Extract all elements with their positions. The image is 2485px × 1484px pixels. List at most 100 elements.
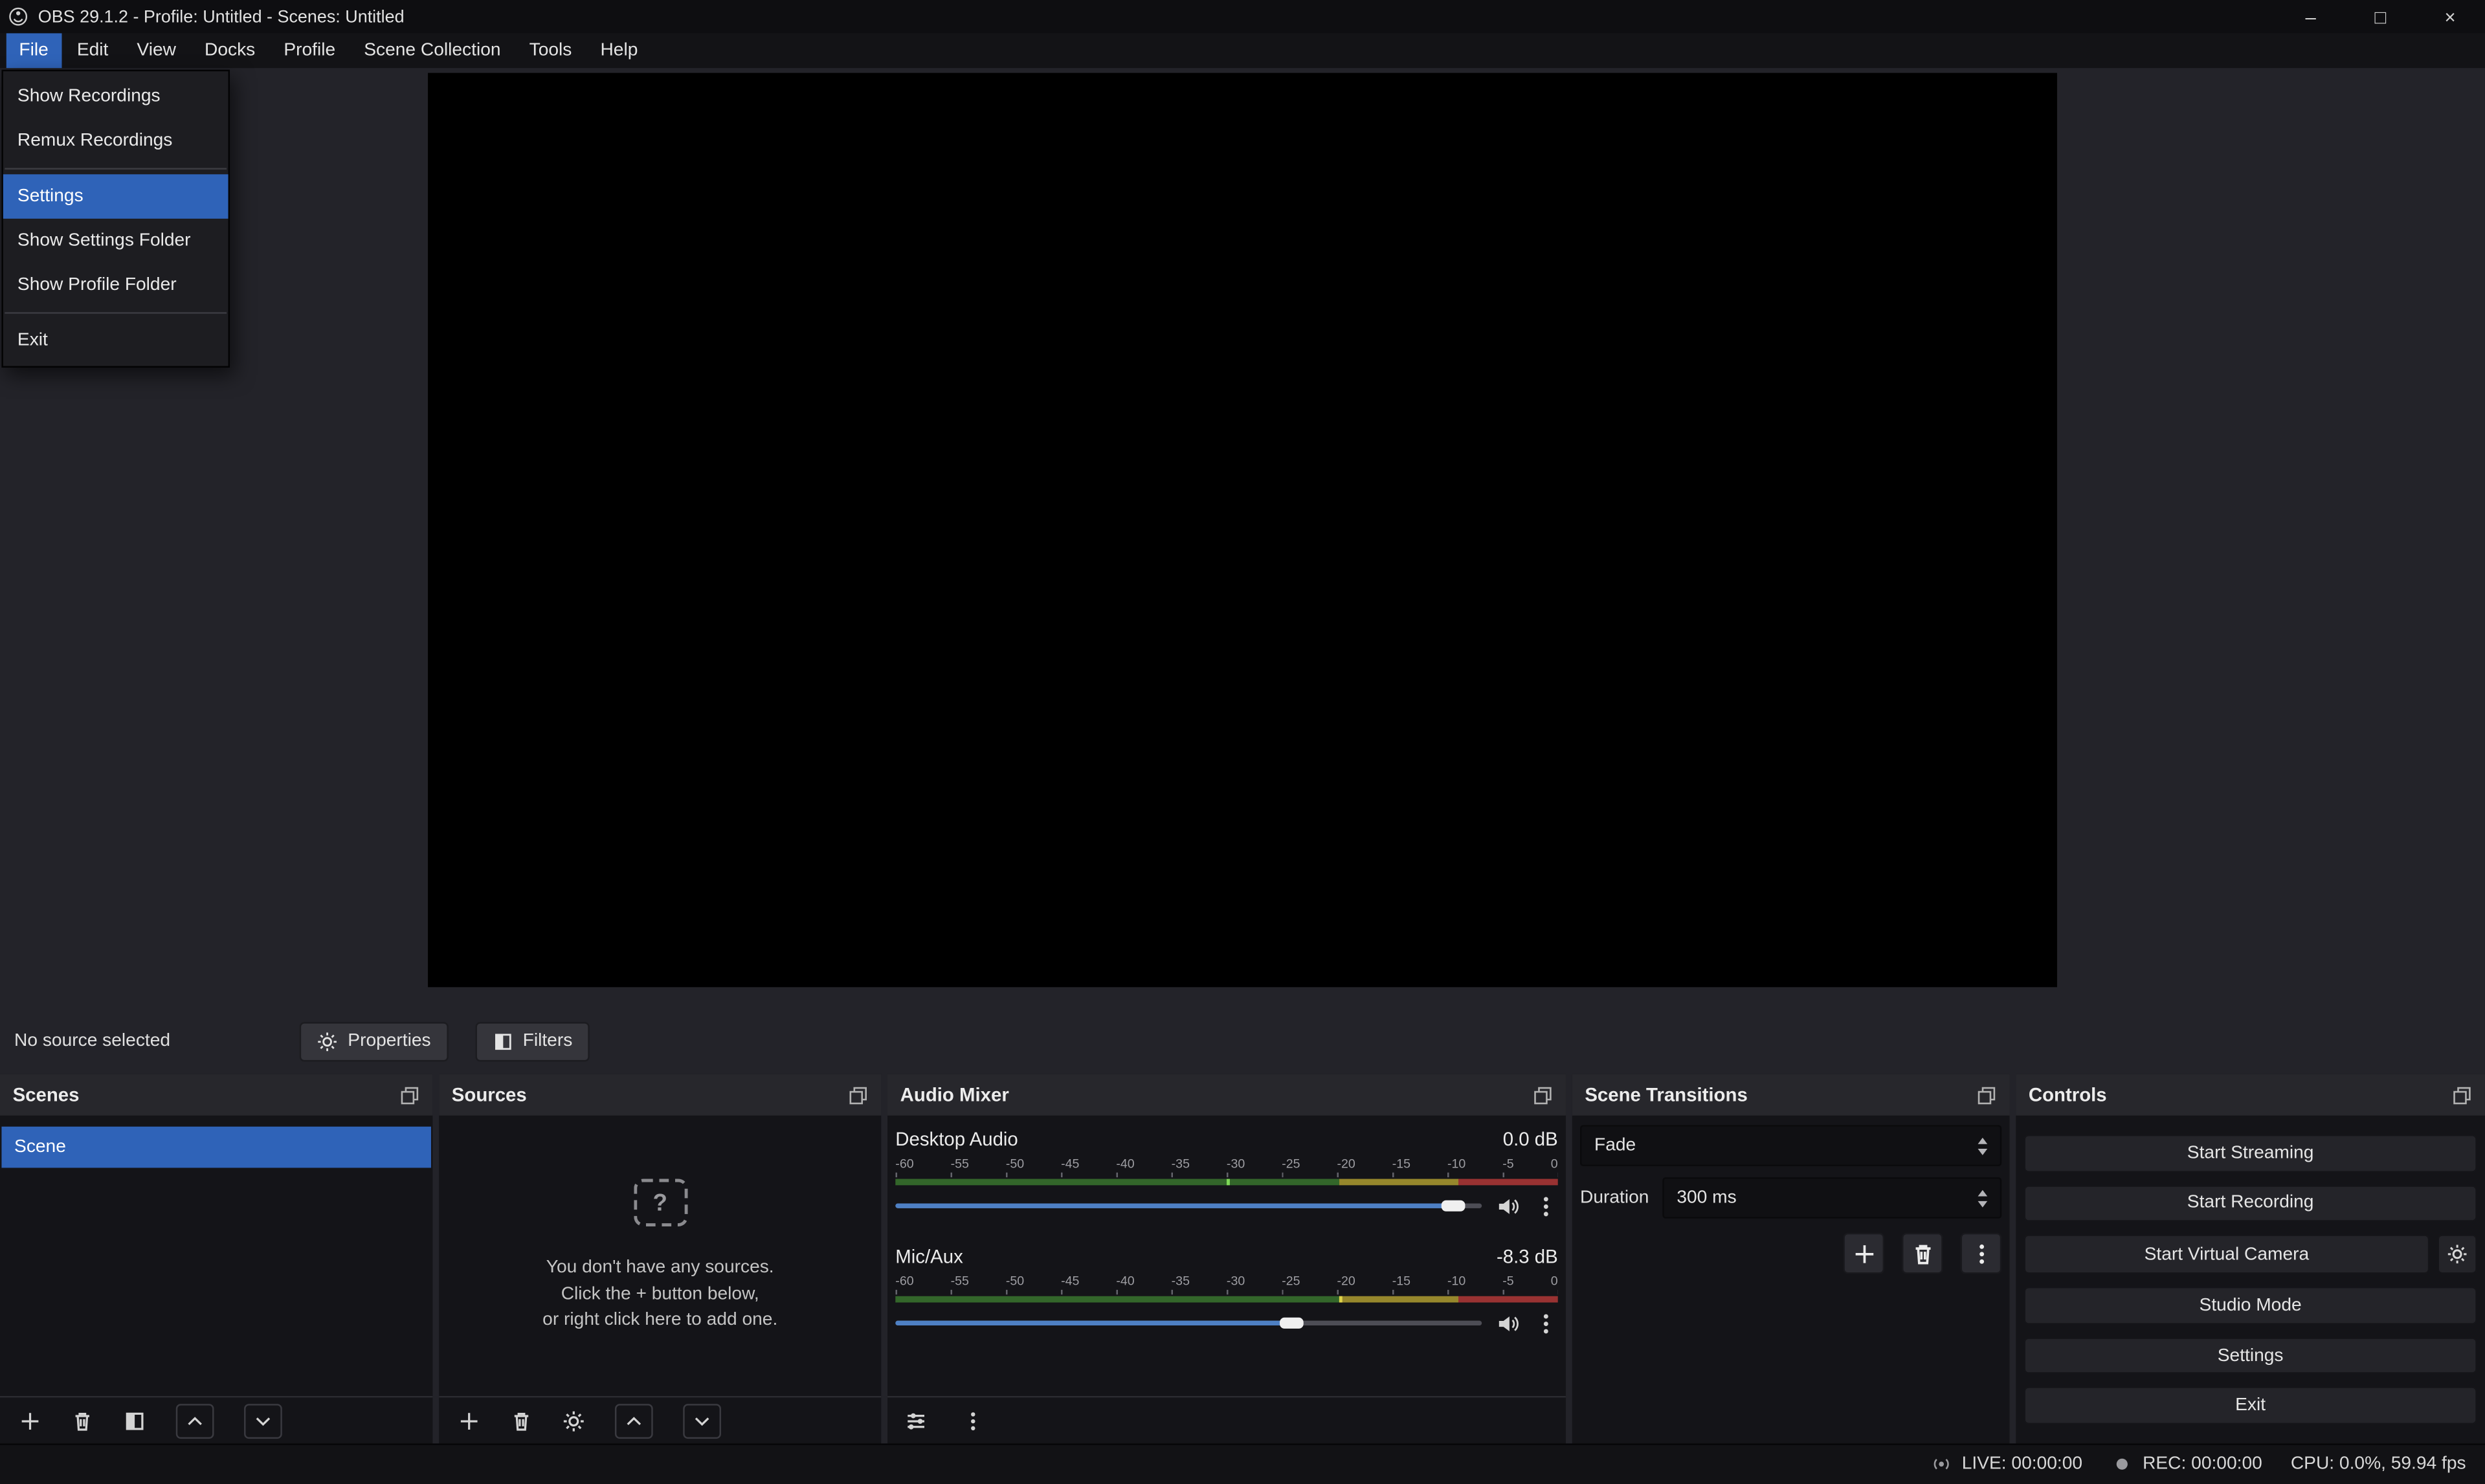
menu-item-show-recordings[interactable]: Show Recordings — [3, 74, 228, 118]
spin-down-icon[interactable] — [1978, 1148, 1988, 1155]
scene-transitions-title: Scene Transitions — [1585, 1084, 1747, 1106]
spin-down-icon[interactable] — [1978, 1201, 1988, 1207]
menu-docks[interactable]: Docks — [192, 33, 267, 68]
mixer-options-button[interactable] — [962, 1410, 984, 1432]
sources-empty-state: ? You don't have any sources. Click the … — [439, 1116, 881, 1334]
db-tick: -60 — [895, 1157, 913, 1172]
sources-header: Sources — [439, 1074, 881, 1116]
meter-peak-mark — [1227, 1179, 1230, 1186]
gear-icon — [563, 1410, 585, 1432]
duration-spinbox[interactable]: 300 ms — [1662, 1177, 2001, 1219]
record-dot-icon — [2111, 1454, 2133, 1476]
db-tick: -35 — [1172, 1274, 1190, 1289]
sources-toolbar — [439, 1396, 881, 1443]
studio-mode-button[interactable]: Studio Mode — [2024, 1287, 2477, 1325]
scenes-panel: Scenes Scene — [0, 1074, 432, 1443]
move-scene-down-button[interactable] — [244, 1403, 282, 1438]
filter-icon — [493, 1031, 513, 1052]
db-tick: -5 — [1502, 1157, 1513, 1172]
maximize-button[interactable]: □ — [2346, 0, 2416, 33]
minimize-button[interactable]: – — [2276, 0, 2346, 33]
gear-icon — [2447, 1244, 2468, 1265]
menu-help[interactable]: Help — [588, 33, 651, 68]
move-scene-up-button[interactable] — [176, 1403, 214, 1438]
move-source-down-button[interactable] — [683, 1403, 721, 1438]
menu-separator — [5, 167, 227, 168]
live-status: LIVE: 00:00:00 — [1930, 1454, 2082, 1476]
popout-icon[interactable] — [1976, 1085, 1997, 1105]
db-scale: -60-55-50-45-40-35-30-25-20-15-10-50 — [895, 1157, 1557, 1172]
controls-body: Start Streaming Start Recording Start Vi… — [2016, 1116, 2485, 1444]
db-tick: -20 — [1337, 1157, 1355, 1172]
sources-body[interactable]: ? You don't have any sources. Click the … — [439, 1116, 881, 1444]
source-properties-button[interactable] — [563, 1410, 585, 1432]
virtual-camera-config-button[interactable] — [2438, 1235, 2477, 1274]
controls-header: Controls — [2016, 1074, 2485, 1116]
menu-profile[interactable]: Profile — [271, 33, 348, 68]
gear-icon — [318, 1031, 339, 1052]
channel-options-button[interactable] — [1534, 1194, 1558, 1218]
start-virtual-camera-button[interactable]: Start Virtual Camera — [2024, 1235, 2430, 1274]
menu-edit[interactable]: Edit — [64, 33, 121, 68]
add-transition-button[interactable] — [1843, 1233, 1884, 1274]
menu-item-exit[interactable]: Exit — [3, 318, 228, 362]
slider-handle[interactable] — [1279, 1318, 1303, 1329]
menu-scene-collection[interactable]: Scene Collection — [351, 33, 513, 68]
add-source-button[interactable] — [458, 1410, 480, 1432]
start-recording-button[interactable]: Start Recording — [2024, 1184, 2477, 1222]
db-tick: -15 — [1392, 1157, 1410, 1172]
cpu-status: CPU: 0.0%, 59.94 fps — [2291, 1455, 2466, 1474]
remove-source-button[interactable] — [510, 1410, 532, 1432]
source-toolbar: No source selected Properties Filters — [0, 1021, 2485, 1062]
remove-scene-button[interactable] — [71, 1410, 93, 1432]
window-controls: – □ × — [2276, 0, 2485, 33]
controls-panel: Controls Start Streaming Start Recording… — [2016, 1074, 2485, 1443]
menu-view[interactable]: View — [124, 33, 189, 68]
mute-button[interactable] — [1496, 1311, 1520, 1335]
menu-file[interactable]: File — [6, 33, 61, 68]
scene-list-item[interactable]: Scene — [1, 1127, 430, 1168]
start-streaming-button[interactable]: Start Streaming — [2024, 1135, 2477, 1172]
spin-up-icon[interactable] — [1978, 1137, 1988, 1144]
exit-button[interactable]: Exit — [2024, 1387, 2477, 1424]
channel-header: Mic/Aux -8.3 dB — [895, 1242, 1557, 1270]
properties-button[interactable]: Properties — [300, 1021, 449, 1061]
db-tick: -60 — [895, 1274, 913, 1289]
rec-time: REC: 00:00:00 — [2143, 1455, 2262, 1474]
slider-fill — [895, 1204, 1453, 1208]
add-scene-button[interactable] — [19, 1410, 41, 1432]
menu-item-remux-recordings[interactable]: Remux Recordings — [3, 118, 228, 162]
spin-up-icon[interactable] — [1978, 1189, 1988, 1195]
popout-icon[interactable] — [399, 1085, 420, 1105]
remove-transition-button[interactable] — [1902, 1233, 1943, 1274]
menu-item-settings[interactable]: Settings — [3, 173, 228, 218]
missing-source-icon: ? — [633, 1179, 687, 1226]
db-tick: -25 — [1282, 1157, 1300, 1172]
volume-slider[interactable] — [895, 1195, 1482, 1217]
menu-tools[interactable]: Tools — [517, 33, 585, 68]
popout-icon[interactable] — [1533, 1085, 1554, 1105]
transition-select[interactable]: Fade — [1580, 1125, 2001, 1166]
speaker-icon — [1496, 1311, 1520, 1335]
settings-button[interactable]: Settings — [2024, 1337, 2477, 1375]
close-button[interactable]: × — [2415, 0, 2485, 33]
filters-button[interactable]: Filters — [475, 1021, 590, 1061]
move-source-up-button[interactable] — [615, 1403, 653, 1438]
advanced-audio-button[interactable] — [905, 1410, 927, 1432]
virtual-camera-row: Start Virtual Camera — [2024, 1235, 2477, 1274]
menu-item-show-settings-folder[interactable]: Show Settings Folder — [3, 218, 228, 263]
preview-canvas[interactable] — [428, 73, 2057, 988]
channel-options-button[interactable] — [1534, 1311, 1558, 1335]
window-title: OBS 29.1.2 - Profile: Untitled - Scenes:… — [38, 7, 405, 26]
volume-slider[interactable] — [895, 1312, 1482, 1334]
popout-icon[interactable] — [848, 1085, 869, 1105]
slider-handle[interactable] — [1441, 1201, 1465, 1212]
kebab-icon — [1534, 1311, 1558, 1335]
scene-filters-button[interactable] — [124, 1410, 146, 1432]
popout-icon[interactable] — [2452, 1085, 2473, 1105]
mixer-channel-desktop-audio: Desktop Audio 0.0 dB -60-55-50-45-40-35-… — [895, 1125, 1557, 1221]
transition-options-button[interactable] — [1961, 1233, 2002, 1274]
db-tick: -55 — [951, 1274, 969, 1289]
mute-button[interactable] — [1496, 1194, 1520, 1218]
menu-item-show-profile-folder[interactable]: Show Profile Folder — [3, 262, 228, 307]
